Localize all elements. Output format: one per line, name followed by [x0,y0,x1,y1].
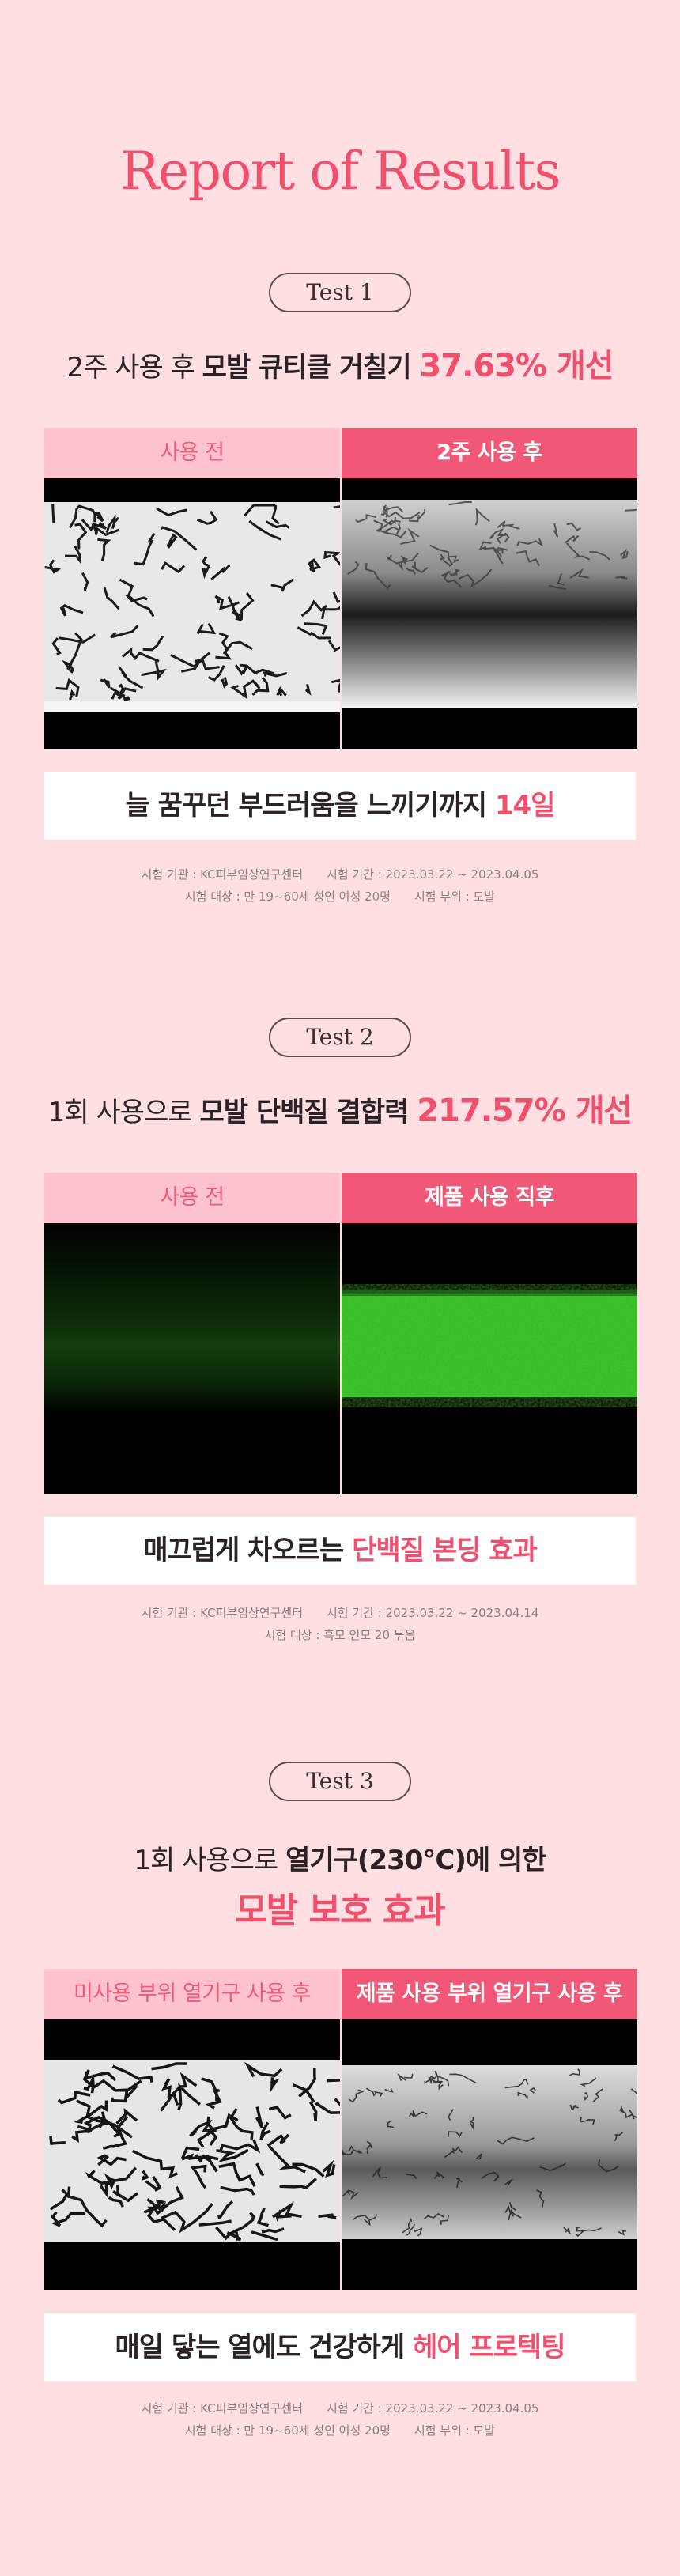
test-2-after-label: 제품 사용 직후 [342,1173,637,1223]
test-3-before-image [44,2019,340,2290]
test-3-after-panel: 제품 사용 부위 열기구 사용 후 [342,1969,637,2290]
test-3-after-label: 제품 사용 부위 열기구 사용 후 [342,1969,637,2019]
test-3-headline: 1회 사용으로 열기구(230°C)에 의한 [134,1845,546,1876]
page-title: Report of Results [119,141,561,202]
report-page: Report of Results Test 1 2주 사용 후 모발 큐티클 … [0,0,680,2576]
test-1-summary: 늘 꿈꾸던 부드러움을 느끼기까지 14일 [44,772,636,840]
test-3-before-label: 미사용 부위 열기구 사용 후 [44,1969,340,2019]
test-1-after-image [342,478,637,749]
test-1-after-panel: 2주 사용 후 [342,428,637,749]
test-3-summary: 매일 닿는 열에도 건강하게 헤어 프로텍팅 [44,2313,636,2381]
test-1-before-label: 사용 전 [44,428,340,478]
test-2-after-panel: 제품 사용 직후 [342,1173,637,1494]
test-3-after-image [342,2019,637,2290]
test-2-headline: 1회 사용으로 모발 단백질 결합력 217.57% 개선 [47,1093,633,1129]
test-1-after-label: 2주 사용 후 [342,428,637,478]
test-2-before-image [44,1223,340,1494]
test-1-badge: Test 1 [269,273,411,312]
test-3-badge: Test 3 [269,1762,411,1801]
test-1-before-image [44,478,340,749]
test-1-headline: 2주 사용 후 모발 큐티클 거칠기 37.63% 개선 [66,348,614,384]
test-1-before-panel: 사용 전 [44,428,340,749]
test-3-note: 시험 기관 : KC피부임상연구센터 시험 기간 : 2023.03.22 ~ 2… [141,2401,539,2438]
test-2-before-label: 사용 전 [44,1173,340,1223]
test-2-before-panel: 사용 전 [44,1173,340,1494]
test-2-after-image [342,1223,637,1494]
test-2-badge: Test 2 [269,1018,411,1057]
test-1-note: 시험 기관 : KC피부임상연구센터 시험 기간 : 2023.03.22 ~ 2… [141,867,539,904]
test-3-headline-accent: 모발 보호 효과 [235,1890,446,1931]
test-3-before-panel: 미사용 부위 열기구 사용 후 [44,1969,340,2290]
test-2-note: 시험 기관 : KC피부임상연구센터 시험 기간 : 2023.03.22 ~ 2… [141,1606,539,1642]
test-2-summary: 매끄럽게 차오르는 단백질 본딩 효과 [44,1517,636,1585]
